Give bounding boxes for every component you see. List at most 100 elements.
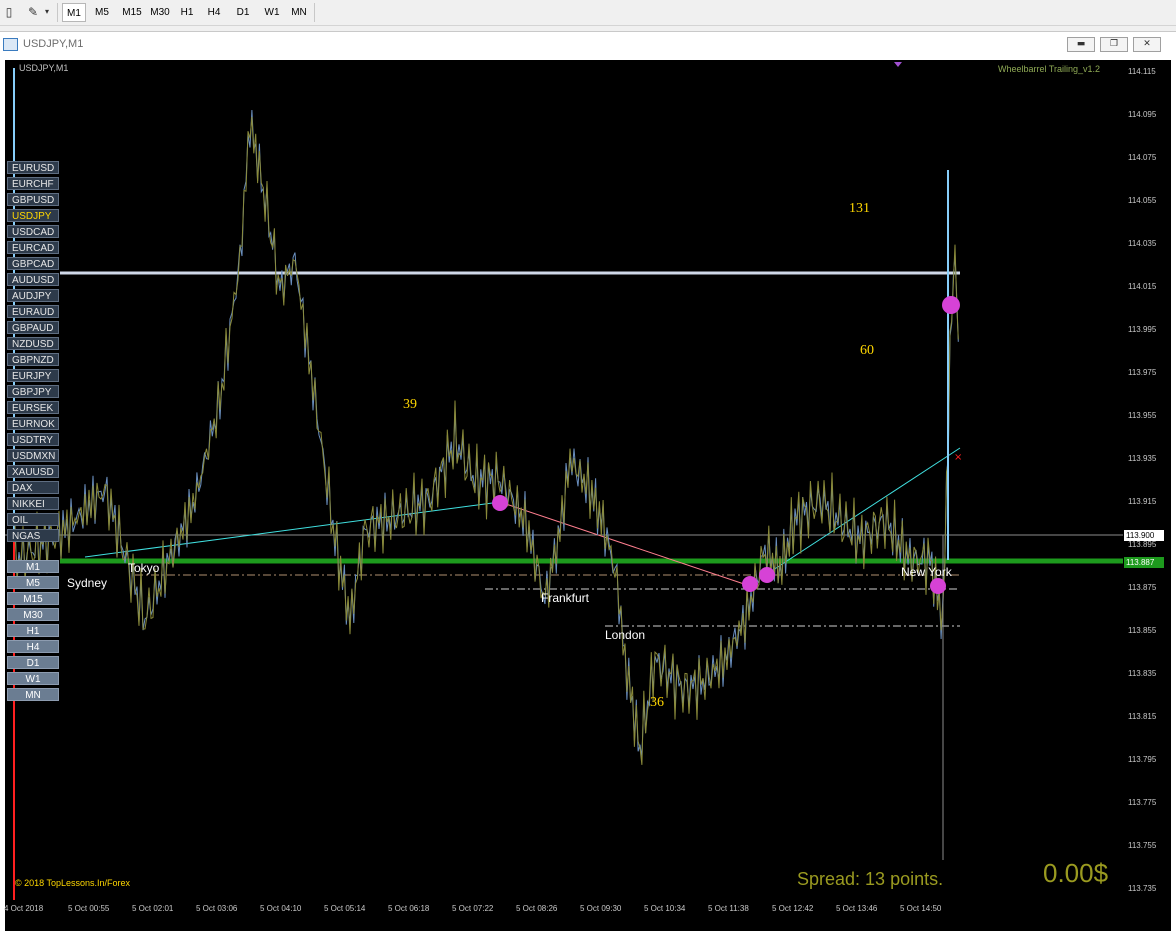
chevron-down-icon[interactable]: ▾ [38, 3, 56, 21]
toolbar-divider [314, 3, 315, 22]
y-tick-label: 113.775 [1128, 798, 1157, 807]
symbol-button-usdmxn[interactable]: USDMXN [7, 449, 59, 462]
y-tick-label: 113.735 [1128, 884, 1157, 893]
session-label-london: London [605, 628, 646, 642]
chart-window-icon[interactable]: ▯ [0, 3, 18, 21]
timeframe-button-m30[interactable]: M30 [7, 608, 59, 621]
y-tick-label: 113.755 [1128, 841, 1157, 850]
symbol-button-nikkei[interactable]: NIKKEI [7, 497, 59, 510]
x-tick-label: 5 Oct 02:01 [132, 904, 174, 913]
y-tick-label: 114.095 [1128, 110, 1157, 119]
x-tick-label: 5 Oct 11:38 [708, 904, 749, 913]
symbol-button-gbpaud[interactable]: GBPAUD [7, 321, 59, 334]
restore-button[interactable]: ❐ [1100, 37, 1128, 52]
x-tick-label: 5 Oct 05:14 [324, 904, 366, 913]
x-tick-label: 5 Oct 04:10 [260, 904, 302, 913]
indicator-label: Wheelbarrel Trailing_v1.2 [998, 64, 1101, 74]
symbol-button-eurcad[interactable]: EURCAD [7, 241, 59, 254]
symbol-button-euraud[interactable]: EURAUD [7, 305, 59, 318]
timeframe-button-w1[interactable]: W1 [7, 672, 59, 685]
chart-canvas: × [5, 62, 1123, 900]
minimize-button[interactable]: ▬ [1067, 37, 1095, 52]
window-title: USDJPY,M1 [23, 38, 84, 50]
session-label-tokyo: Tokyo [128, 561, 160, 575]
line-price-tag: 113.900 [1124, 530, 1164, 541]
main-toolbar: ▯ ✎ ▾ M1 M5 M15 M30 H1 H4 D1 W1 MN [0, 0, 1176, 26]
y-tick-label: 113.895 [1128, 540, 1157, 549]
y-tick-label: 113.835 [1128, 669, 1157, 678]
price-series [14, 109, 959, 758]
top-marker [894, 62, 902, 67]
symbol-button-audjpy[interactable]: AUDJPY [7, 289, 59, 302]
x-tick-label: 5 Oct 13:46 [836, 904, 878, 913]
price-chart[interactable]: × [5, 60, 1123, 931]
close-button[interactable]: ✕ [1133, 37, 1161, 52]
symbol-button-ngas[interactable]: NGAS [7, 529, 59, 542]
symbol-button-nzdusd[interactable]: NZDUSD [7, 337, 59, 350]
tf-button-d1[interactable]: D1 [230, 3, 256, 22]
tf-button-w1[interactable]: W1 [259, 3, 285, 22]
chart-app-icon [3, 38, 18, 51]
y-tick-label: 113.975 [1128, 368, 1157, 377]
symbol-button-oil[interactable]: OIL [7, 513, 59, 526]
trend-line-cyan [84, 501, 501, 558]
count-label-60: 60 [860, 343, 874, 358]
session-label-frankfurt: Frankfurt [541, 591, 590, 605]
symbol-button-usdcad[interactable]: USDCAD [7, 225, 59, 238]
trade-marker [492, 495, 508, 511]
timeframe-button-m5[interactable]: M5 [7, 576, 59, 589]
x-tick-label: 5 Oct 06:18 [388, 904, 430, 913]
timeframe-button-m1[interactable]: M1 [7, 560, 59, 573]
symbol-button-eurnok[interactable]: EURNOK [7, 417, 59, 430]
timeframe-button-h4[interactable]: H4 [7, 640, 59, 653]
symbol-button-eursek[interactable]: EURSEK [7, 401, 59, 414]
tf-button-m1[interactable]: M1 [62, 3, 86, 22]
symbol-button-eurchf[interactable]: EURCHF [7, 177, 59, 190]
spread-text: Spread: 13 points. [797, 869, 944, 889]
symbol-button-eurjpy[interactable]: EURJPY [7, 369, 59, 382]
y-tick-label: 113.815 [1128, 712, 1157, 721]
tf-button-mn[interactable]: MN [286, 3, 312, 22]
symbol-list: EURUSD EURCHF GBPUSD USDJPY USDCAD EURCAD GBPC… [7, 161, 59, 545]
trade-marker [942, 296, 960, 314]
symbol-button-gbpnzd[interactable]: GBPNZD [7, 353, 59, 366]
symbol-button-gbpjpy[interactable]: GBPJPY [7, 385, 59, 398]
session-label-sydney: Sydney [67, 576, 108, 590]
y-tick-label: 114.055 [1128, 196, 1157, 205]
tf-button-m30[interactable]: M30 [146, 3, 174, 22]
x-tick-label: 5 Oct 00:55 [68, 904, 110, 913]
x-tick-label: 5 Oct 08:26 [516, 904, 558, 913]
window-titlebar[interactable]: USDJPY,M1 ▬ ❐ ✕ [0, 32, 1176, 58]
trade-marker [759, 567, 775, 583]
x-tick-label: 4 Oct 2018 [4, 904, 44, 913]
symbol-button-gbpcad[interactable]: GBPCAD [7, 257, 59, 270]
x-tick-label: 5 Oct 10:34 [644, 904, 686, 913]
timeframe-button-m15[interactable]: M15 [7, 592, 59, 605]
y-tick-label: 113.875 [1128, 583, 1157, 592]
symbol-button-usdtry[interactable]: USDTRY [7, 433, 59, 446]
trend-line-pink [499, 501, 751, 587]
stop-marker: × [954, 452, 962, 463]
timeframe-button-d1[interactable]: D1 [7, 656, 59, 669]
timeframe-button-mn[interactable]: MN [7, 688, 59, 701]
symbol-button-dax[interactable]: DAX [7, 481, 59, 494]
symbol-button-xauusd[interactable]: XAUUSD [7, 465, 59, 478]
count-label-36: 36 [650, 695, 664, 710]
timeframe-button-h1[interactable]: H1 [7, 624, 59, 637]
symbol-button-audusd[interactable]: AUDUSD [7, 273, 59, 286]
symbol-button-usdjpy[interactable]: USDJPY [7, 209, 59, 222]
x-tick-label: 5 Oct 14:50 [900, 904, 942, 913]
symbol-button-gbpusd[interactable]: GBPUSD [7, 193, 59, 206]
tf-button-h1[interactable]: H1 [175, 3, 199, 22]
symbol-button-eurusd[interactable]: EURUSD [7, 161, 59, 174]
x-tick-label: 5 Oct 03:06 [196, 904, 238, 913]
x-tick-label: 5 Oct 12:42 [772, 904, 814, 913]
y-tick-label: 113.955 [1128, 411, 1157, 420]
y-tick-label: 114.035 [1128, 239, 1157, 248]
tf-button-h4[interactable]: H4 [202, 3, 226, 22]
y-tick-label: 113.795 [1128, 755, 1157, 764]
trade-marker [742, 576, 758, 592]
tf-button-m5[interactable]: M5 [89, 3, 115, 22]
tf-button-m15[interactable]: M15 [118, 3, 146, 22]
current-price-tag: 113.887 [1124, 557, 1164, 568]
